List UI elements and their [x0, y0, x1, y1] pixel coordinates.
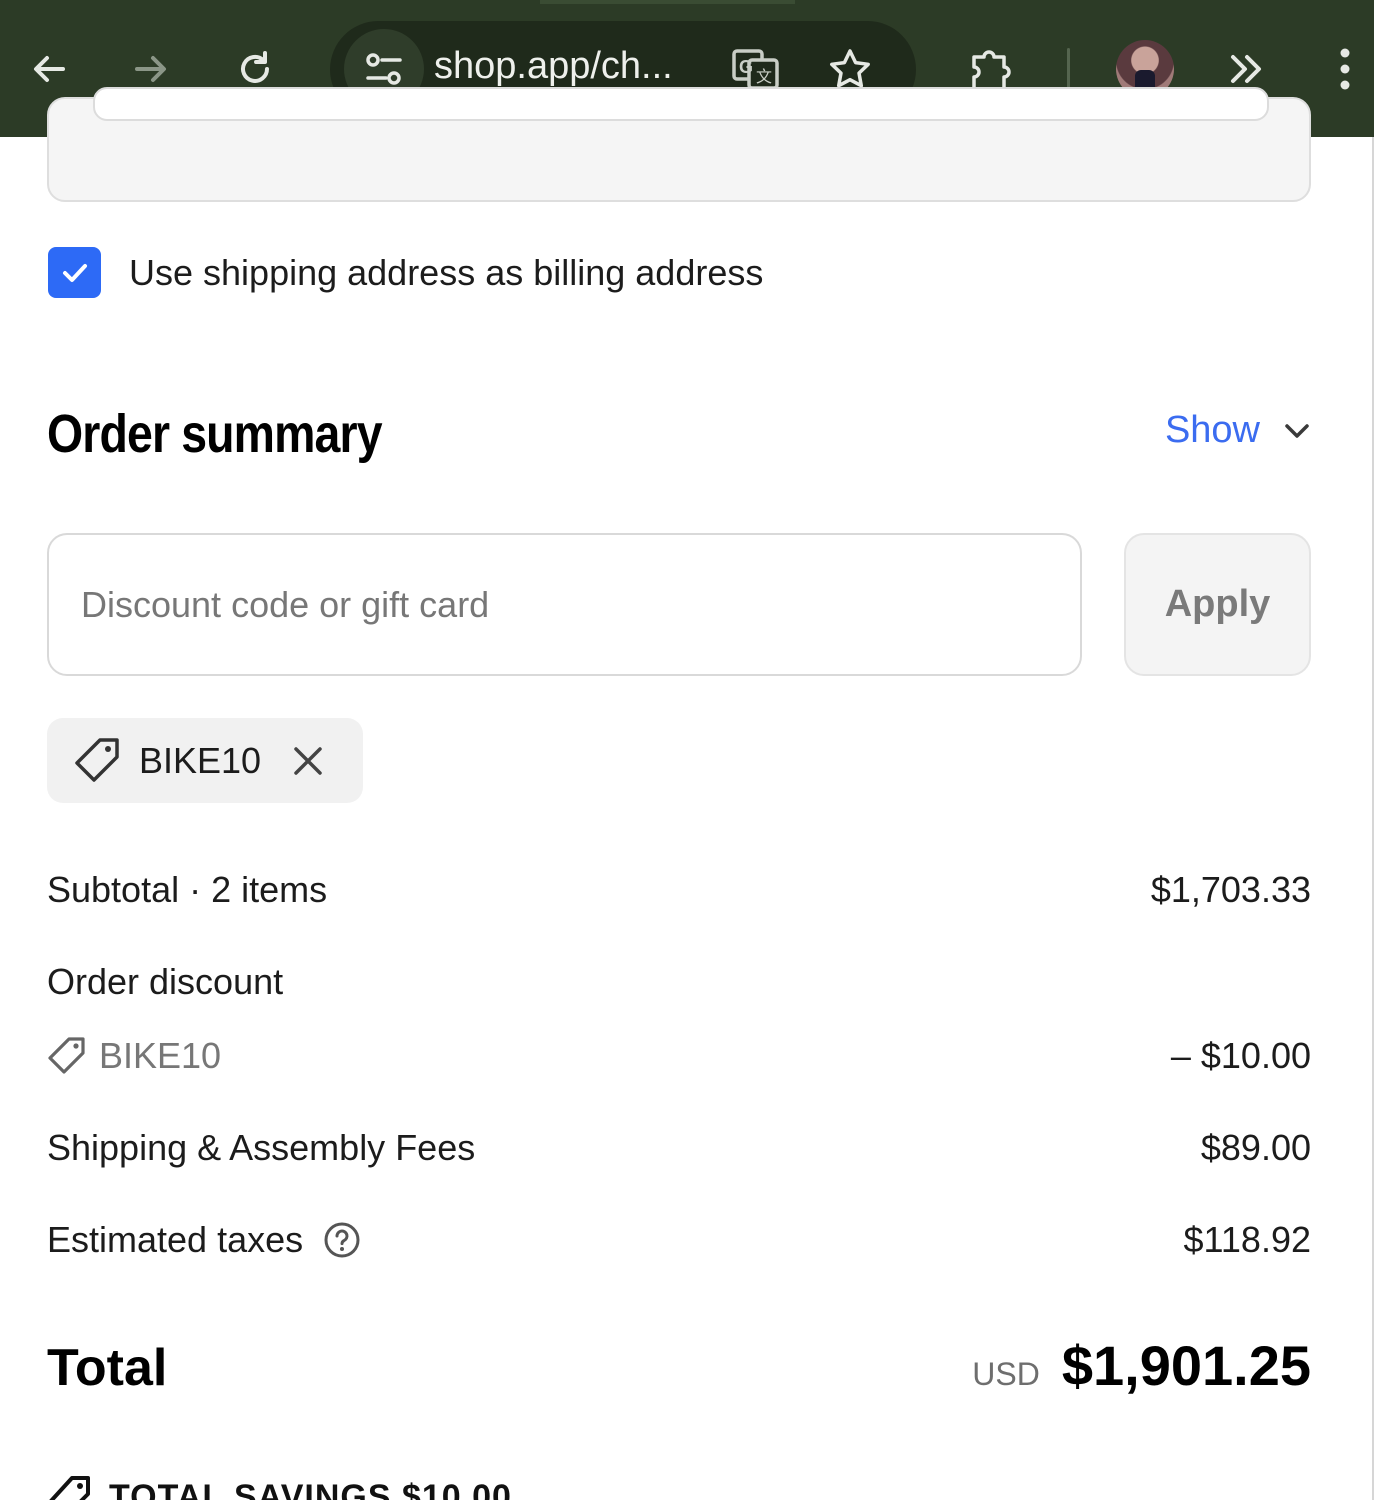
applied-discount-code: BIKE10 — [139, 739, 262, 781]
order-summary-toggle[interactable]: Show — [1165, 409, 1310, 452]
subtotal-row: Subtotal · 2 items $1,703.33 — [47, 869, 1311, 911]
chevron-double-right-icon — [1231, 55, 1261, 83]
puzzle-icon — [972, 50, 1011, 91]
taxes-row: Estimated taxes $118.92 — [47, 1219, 1311, 1261]
total-savings-text: TOTAL SAVINGS $10.00 — [109, 1477, 512, 1500]
translate-icon: G文 — [732, 49, 779, 90]
checkout-page: Use shipping address as billing address … — [0, 87, 1374, 1500]
arrow-left-icon — [34, 56, 65, 82]
reload-icon — [241, 51, 269, 83]
question-circle-icon — [324, 1222, 360, 1258]
shipping-amount: $89.00 — [1200, 1127, 1311, 1168]
tag-icon — [75, 737, 119, 782]
close-icon — [294, 746, 322, 775]
order-discount-amount: – $10.00 — [1170, 1035, 1311, 1076]
taxes-label-group: Estimated taxes — [47, 1219, 361, 1261]
total-currency: USD — [972, 1356, 1040, 1392]
tag-icon — [49, 1476, 90, 1500]
order-discount-row: Order discount — [47, 961, 1311, 1003]
shipping-label: Shipping & Assembly Fees — [47, 1127, 476, 1168]
subtotal-amount: $1,703.33 — [1150, 869, 1311, 910]
total-savings: TOTAL SAVINGS $10.00 — [47, 1474, 512, 1500]
shipping-row: Shipping & Assembly Fees $89.00 — [47, 1127, 1311, 1169]
remove-discount-button[interactable] — [291, 744, 325, 778]
kebab-menu-icon — [1340, 48, 1350, 90]
order-summary-title: Order summary — [47, 404, 383, 464]
billing-address-option[interactable]: Use shipping address as billing address — [48, 247, 763, 298]
subtotal-label: Subtotal · 2 items — [47, 869, 328, 910]
order-summary-toggle-label: Show — [1164, 409, 1260, 451]
total-amount: $1,901.25 — [1061, 1334, 1311, 1397]
active-tab-edge — [540, 0, 795, 4]
shipping-address-card — [47, 87, 1311, 202]
order-discount-code: BIKE10 — [47, 1035, 221, 1077]
tag-icon — [48, 1037, 85, 1074]
billing-checkbox[interactable] — [48, 247, 101, 298]
order-discount-code-text: BIKE10 — [99, 1035, 222, 1076]
taxes-amount: $118.92 — [1183, 1219, 1311, 1260]
taxes-help-button[interactable] — [323, 1221, 361, 1259]
applied-discount-chip: BIKE10 — [47, 718, 363, 803]
total-row: Total USD $1,901.25 — [47, 1333, 1311, 1398]
total-label: Total — [47, 1339, 168, 1397]
discount-code-input[interactable] — [47, 533, 1082, 676]
url-text[interactable]: shop.app/ch... — [434, 45, 673, 88]
tune-icon — [366, 53, 402, 85]
order-discount-detail-row: BIKE10 – $10.00 — [47, 1035, 1311, 1077]
arrow-right-icon — [135, 56, 166, 82]
address-field[interactable] — [93, 87, 1269, 121]
taxes-label: Estimated taxes — [47, 1219, 304, 1260]
chevron-down-icon — [1285, 423, 1309, 438]
svg-text:G: G — [739, 57, 753, 77]
apply-discount-button[interactable]: Apply — [1124, 533, 1311, 676]
total-value-group: USD $1,901.25 — [972, 1333, 1311, 1398]
toolbar-divider — [1067, 48, 1070, 92]
star-icon — [830, 49, 870, 88]
browser-menu-button[interactable] — [1316, 30, 1374, 108]
svg-text:文: 文 — [756, 68, 772, 86]
billing-checkbox-label: Use shipping address as billing address — [129, 251, 764, 293]
checkmark-icon — [62, 263, 87, 282]
order-discount-label: Order discount — [47, 961, 284, 1002]
